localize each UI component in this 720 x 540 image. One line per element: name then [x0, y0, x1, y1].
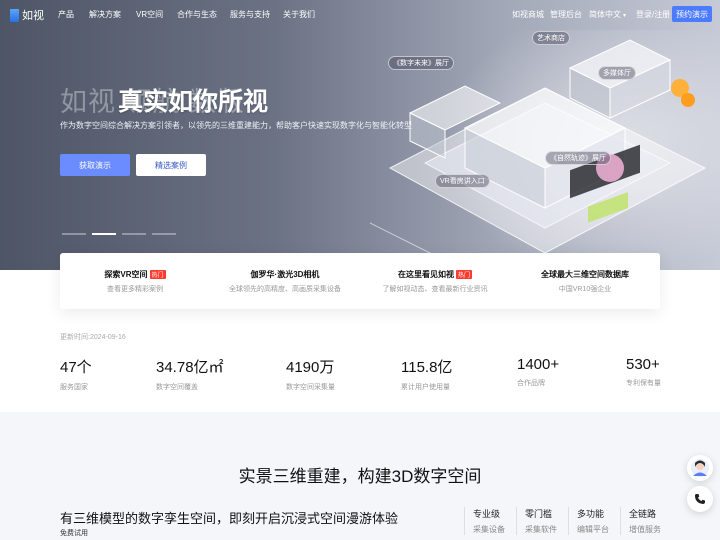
stat-label: 专利保有量: [626, 380, 661, 387]
nav-products[interactable]: 产品: [58, 9, 74, 20]
model-label[interactable]: VR看房讲入口: [435, 174, 490, 188]
carousel-dot[interactable]: [122, 233, 146, 235]
hero-title: 真实如你所视: [118, 88, 269, 116]
logo-icon: [10, 8, 19, 22]
logo[interactable]: 如视: [10, 7, 44, 23]
hot-badge: 热门: [455, 269, 472, 279]
feature-desc: 中国VR10强企业: [558, 285, 612, 293]
feature-card: 探索VR空间 热门 查看更多精彩案例 伽罗华·激光3D相机 全球领先的高精度、高画…: [60, 253, 660, 309]
nav-vr-space[interactable]: VR空间: [136, 9, 163, 20]
stat-value: 34.78亿㎡: [156, 359, 224, 376]
stat-item: 530+ 专利保有量: [626, 356, 661, 388]
carousel-dot-active[interactable]: [92, 233, 116, 235]
stat-value: 47个: [60, 359, 92, 376]
logo-text: 如视: [22, 10, 44, 22]
feature-desc: 查看更多精彩案例: [107, 285, 163, 293]
carousel-dot[interactable]: [152, 233, 176, 235]
feature-title: 全球最大三维空间数据库: [541, 269, 629, 279]
feature-title: 伽罗华·激光3D相机: [250, 269, 320, 279]
model-label[interactable]: 《自然轨迹》展厅: [545, 151, 611, 165]
get-demo-button[interactable]: 获取演示: [60, 154, 130, 176]
book-demo-button[interactable]: 预约演示: [672, 6, 712, 22]
feature-news[interactable]: 在这里看见如视 热门 了解如视动态、查看最新行业资讯: [360, 253, 510, 309]
feature-database[interactable]: 全球最大三维空间数据库 中国VR10强企业: [510, 253, 660, 309]
tag-title: 专业级: [473, 509, 501, 519]
tag-multi-function[interactable]: 多功能 编辑平台: [568, 507, 609, 535]
nav-solutions[interactable]: 解决方案: [89, 9, 121, 20]
feature-explore-vr[interactable]: 探索VR空间 热门 查看更多精彩案例: [60, 253, 210, 309]
hot-badge: 热门: [149, 269, 166, 279]
featured-cases-button[interactable]: 精选案例: [136, 154, 206, 176]
stat-value: 530+: [626, 356, 660, 373]
stat-label: 合作品牌: [517, 380, 545, 387]
phone-button[interactable]: [687, 486, 713, 512]
stat-label: 数字空间覆盖: [156, 384, 198, 391]
nav-admin[interactable]: 管理后台: [550, 9, 582, 20]
stat-value: 4190万: [286, 359, 335, 376]
top-navbar: 如视 产品 解决方案 VR空间 合作与生态 服务与支持 关于我们 如视商城 管理…: [0, 0, 720, 28]
tag-title: 全链路: [629, 509, 657, 519]
hero-subtitle: 作为数字空间综合解决方案引领者，以领先的三维重建能力，帮助客户快速实现数字化与智…: [60, 121, 412, 130]
stat-value: 115.8亿: [401, 359, 453, 376]
update-time: 更新时间:2024-09-16: [60, 334, 126, 341]
tag-sub: 增值服务: [629, 525, 661, 534]
language-label: 简体中文: [589, 10, 621, 19]
model-label[interactable]: 多媒体厅: [598, 66, 636, 80]
tag-sub: 采集软件: [525, 525, 557, 534]
tag-title: 多功能: [577, 509, 605, 519]
chevron-down-icon: ▾: [623, 13, 627, 19]
tag-full-chain[interactable]: 全链路 增值服务: [620, 507, 661, 535]
stats-row: 47个 服务国家 34.78亿㎡ 数字空间覆盖 4190万 数字空间采集量 11…: [60, 356, 661, 392]
tag-title: 零门槛: [525, 509, 553, 519]
login-register-link[interactable]: 登录/注册: [636, 9, 670, 20]
tag-pro-device[interactable]: 专业级 采集设备: [464, 507, 505, 535]
stat-item: 115.8亿 累计用户使用量: [401, 356, 452, 392]
free-trial-link[interactable]: 免费试用: [60, 528, 88, 538]
feature-laser-camera[interactable]: 伽罗华·激光3D相机 全球领先的高精度、高画质采集设备: [210, 253, 360, 309]
nav-support[interactable]: 服务与支持: [230, 9, 270, 20]
stat-label: 累计用户使用量: [401, 384, 450, 391]
tag-sub: 编辑平台: [577, 525, 609, 534]
stat-item: 34.78亿㎡ 数字空间覆盖: [156, 356, 224, 392]
section-title: 实景三维重建，构建3D数字空间: [238, 467, 482, 486]
feature-desc: 全球领先的高精度、高画质采集设备: [229, 285, 341, 293]
stat-value: 1400+: [517, 356, 560, 373]
stat-item: 1400+ 合作品牌: [517, 356, 559, 388]
carousel-indicators: [62, 233, 176, 235]
customer-service-button[interactable]: [687, 455, 713, 481]
tag-sub: 采集设备: [473, 525, 505, 534]
feature-desc: 了解如视动态、查看最新行业资讯: [382, 285, 488, 293]
tag-zero-threshold[interactable]: 零门槛 采集软件: [516, 507, 557, 535]
model-label[interactable]: 《数字未来》展厅: [388, 56, 454, 70]
nav-store[interactable]: 如视商城: [512, 9, 544, 20]
nav-about[interactable]: 关于我们: [283, 9, 315, 20]
model-label[interactable]: 艺术商店: [532, 31, 570, 45]
avatar-icon: [691, 459, 709, 477]
carousel-dot[interactable]: [62, 233, 86, 235]
hero-banner: 《数字未来》展厅 艺术商店 多媒体厅 《自然轨迹》展厅 VR看房讲入口 如视 领…: [0, 0, 720, 270]
feature-title: 探索VR空间: [104, 269, 148, 279]
stat-label: 数字空间采集量: [286, 384, 335, 391]
nav-partners[interactable]: 合作与生态: [177, 9, 217, 20]
stat-item: 4190万 数字空间采集量: [286, 356, 335, 392]
section-subtitle: 有三维模型的数字孪生空间，即刻开启沉浸式空间漫游体验: [60, 511, 399, 526]
feature-title: 在这里看见如视: [397, 269, 454, 279]
stat-item: 47个 服务国家: [60, 356, 92, 392]
language-selector[interactable]: 简体中文 ▾: [589, 9, 626, 20]
phone-icon: [695, 494, 705, 504]
stat-label: 服务国家: [60, 384, 88, 391]
